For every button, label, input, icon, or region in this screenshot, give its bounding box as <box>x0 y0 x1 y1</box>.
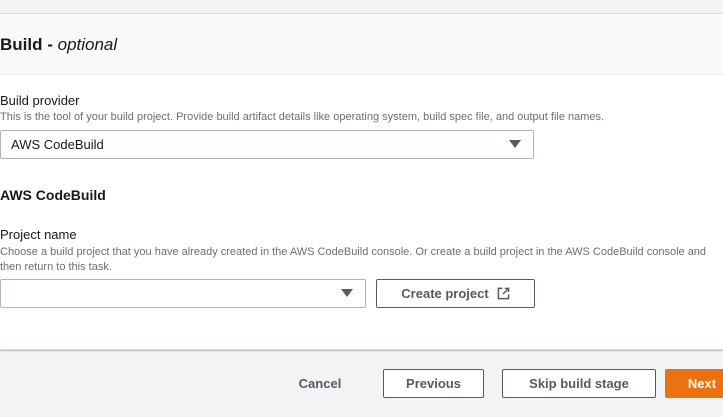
panel-header: Build - optional <box>0 14 723 75</box>
previous-button[interactable]: Previous <box>383 369 484 398</box>
project-name-select[interactable] <box>0 279 366 308</box>
panel-title-text: Build - <box>0 35 58 54</box>
build-provider-description: This is the tool of your build project. … <box>0 111 605 123</box>
project-name-label: Project name <box>0 227 77 242</box>
panel-title-optional: optional <box>57 35 118 54</box>
skip-build-stage-button[interactable]: Skip build stage <box>502 369 656 398</box>
build-provider-value: AWS CodeBuild <box>11 137 104 152</box>
build-provider-select[interactable]: AWS CodeBuild <box>0 130 534 159</box>
project-name-description: Choose a build project that you have alr… <box>0 246 707 273</box>
build-stage-panel: Build - optional Build provider This is … <box>0 13 723 350</box>
next-button[interactable]: Next <box>665 369 723 398</box>
build-provider-label: Build provider <box>0 93 80 108</box>
create-project-label: Create project <box>401 286 489 301</box>
pipeline-wizard-page: Build - optional Build provider This is … <box>0 0 723 417</box>
caret-down-icon <box>341 289 353 297</box>
create-project-button[interactable]: Create project <box>376 279 535 308</box>
caret-down-icon <box>509 140 521 148</box>
panel-title: Build - optional <box>0 34 723 56</box>
codebuild-section-heading: AWS CodeBuild <box>0 187 106 203</box>
external-link-icon <box>497 287 510 300</box>
cancel-button[interactable]: Cancel <box>284 369 356 398</box>
